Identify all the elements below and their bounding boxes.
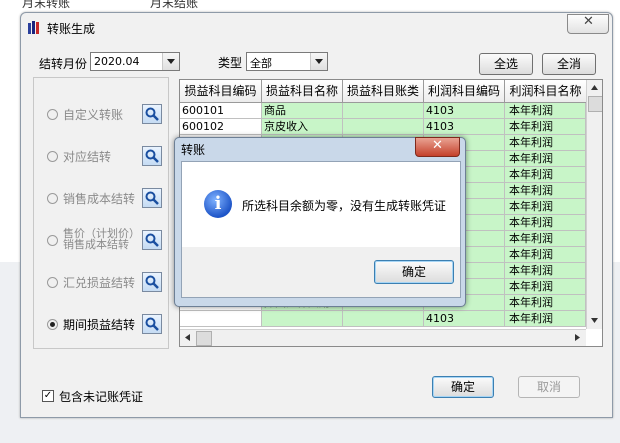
dialog-title: 转账: [181, 143, 206, 157]
grid-cell[interactable]: 本年利润: [505, 295, 586, 311]
scroll-right-button[interactable]: [570, 330, 585, 345]
column-header[interactable]: 损益科目账类: [343, 80, 424, 103]
radio-period-profit-loss[interactable]: [47, 319, 58, 330]
background-menu-month-close[interactable]: 月末结账: [150, 0, 198, 11]
clear-all-button[interactable]: 全消: [542, 53, 596, 75]
grid-cell[interactable]: 600102: [180, 119, 262, 135]
arrow-up-icon: [591, 85, 598, 90]
column-header[interactable]: 利润科目名称: [505, 80, 587, 103]
window-titlebar: 转账生成 ✕: [21, 13, 612, 39]
grid-cell[interactable]: [180, 311, 262, 327]
grid-cell[interactable]: 本年利润: [505, 103, 586, 119]
grid-cell[interactable]: 本年利润: [505, 151, 586, 167]
dialog-footer: 确定: [181, 247, 461, 298]
ok-button[interactable]: 确定: [432, 376, 494, 398]
background-menu-month-transfer[interactable]: 月末转账: [22, 0, 70, 11]
info-icon: i: [204, 190, 232, 218]
option-planned-price-line2: 销售成本结转: [63, 238, 129, 251]
search-icon: [145, 233, 159, 247]
search-icon: [145, 107, 159, 121]
horizontal-scroll-thumb[interactable]: [196, 331, 212, 346]
window-title: 转账生成: [47, 22, 96, 36]
search-button-custom[interactable]: [142, 104, 162, 124]
grid-cell[interactable]: 本年利润: [505, 279, 586, 295]
search-button-sales-cost[interactable]: [142, 188, 162, 208]
chevron-down-icon[interactable]: [310, 53, 327, 70]
grid-cell[interactable]: [262, 311, 343, 327]
radio-custom-transfer[interactable]: [47, 109, 58, 120]
grid-cell[interactable]: 4103: [424, 311, 505, 327]
column-header[interactable]: 损益科目编码: [180, 80, 262, 103]
close-icon: ✕: [432, 138, 443, 153]
month-label: 结转月份: [39, 57, 88, 71]
grid-cell[interactable]: [343, 119, 424, 135]
grid-cell[interactable]: 本年利润: [505, 135, 586, 151]
type-value: 全部: [250, 57, 272, 70]
search-button-matching[interactable]: [142, 146, 162, 166]
grid-cell[interactable]: 4103: [424, 119, 505, 135]
option-sales-cost: 销售成本结转: [63, 192, 136, 206]
chevron-down-icon[interactable]: [162, 53, 179, 70]
search-button-exchange[interactable]: [142, 272, 162, 292]
close-icon: ✕: [583, 14, 594, 29]
dialog-message: 所选科目余额为零，没有生成转账凭证: [242, 199, 447, 213]
vertical-scroll-thumb[interactable]: [588, 96, 602, 112]
month-select[interactable]: 2020.04: [90, 52, 180, 71]
cancel-button[interactable]: 取消: [518, 376, 580, 398]
search-icon: [145, 191, 159, 205]
grid-cell[interactable]: 本年利润: [505, 183, 586, 199]
grid-cell[interactable]: 本年利润: [505, 311, 586, 327]
option-exchange-gain-loss: 汇兑损益结转: [63, 276, 136, 290]
select-all-button[interactable]: 全选: [479, 53, 533, 75]
vertical-scrollbar[interactable]: [586, 80, 602, 329]
scroll-left-button[interactable]: [180, 330, 195, 345]
grid-cell[interactable]: 本年利润: [505, 119, 586, 135]
window-close-button[interactable]: ✕: [567, 14, 609, 34]
grid-cell[interactable]: 本年利润: [505, 215, 586, 231]
arrow-down-icon: [591, 318, 598, 323]
grid-cell[interactable]: 本年利润: [505, 167, 586, 183]
option-custom-transfer: 自定义转账: [63, 108, 124, 122]
arrow-right-icon: [575, 334, 580, 341]
grid-cell[interactable]: 600101: [180, 103, 262, 119]
include-unposted-label: 包含未记账凭证: [59, 390, 144, 404]
month-value: 2020.04: [94, 55, 140, 68]
grid-cell[interactable]: [343, 103, 424, 119]
grid-cell[interactable]: 京皮收入: [262, 119, 343, 135]
arrow-left-icon: [185, 334, 190, 341]
scroll-up-button[interactable]: [587, 80, 602, 95]
radio-sales-cost[interactable]: [47, 193, 58, 204]
grid-cell[interactable]: 商品: [262, 103, 343, 119]
search-icon: [145, 149, 159, 163]
radio-planned-price-cost[interactable]: [47, 235, 58, 246]
radio-exchange-gain-loss[interactable]: [47, 277, 58, 288]
include-unposted-checkbox[interactable]: ✓: [42, 390, 54, 402]
search-button-period[interactable]: [142, 314, 162, 334]
grid-cell[interactable]: 本年利润: [505, 231, 586, 247]
option-matching-transfer: 对应结转: [63, 150, 112, 164]
type-select[interactable]: 全部: [246, 52, 328, 71]
type-label: 类型: [218, 56, 243, 70]
grid-cell[interactable]: 4103: [424, 103, 505, 119]
grid-cell[interactable]: 本年利润: [505, 247, 586, 263]
search-button-planned-price[interactable]: [142, 230, 162, 250]
scroll-down-button[interactable]: [587, 313, 602, 328]
horizontal-scrollbar[interactable]: [180, 329, 586, 346]
column-header[interactable]: 损益科目名称: [262, 80, 343, 103]
grid-cell[interactable]: 本年利润: [505, 263, 586, 279]
column-header[interactable]: 利润科目编码: [424, 80, 505, 103]
dialog-close-button[interactable]: ✕: [415, 137, 460, 157]
search-icon: [145, 317, 159, 331]
grid-cell[interactable]: [343, 311, 424, 327]
option-period-profit-loss: 期间损益结转: [63, 318, 136, 332]
transfer-type-group: 自定义转账 对应结转 销售成本结转 售价（计划价） 销售成本结转 汇兑损益结转 …: [33, 77, 169, 349]
dialog-ok-button[interactable]: 确定: [374, 260, 454, 284]
transfer-message-dialog: 转账 ✕ i 所选科目余额为零，没有生成转账凭证 确定: [174, 137, 466, 307]
radio-matching-transfer[interactable]: [47, 151, 58, 162]
books-icon: [28, 21, 39, 34]
dialog-body: i 所选科目余额为零，没有生成转账凭证: [181, 161, 461, 249]
grid-cell[interactable]: 本年利润: [505, 199, 586, 215]
search-icon: [145, 275, 159, 289]
